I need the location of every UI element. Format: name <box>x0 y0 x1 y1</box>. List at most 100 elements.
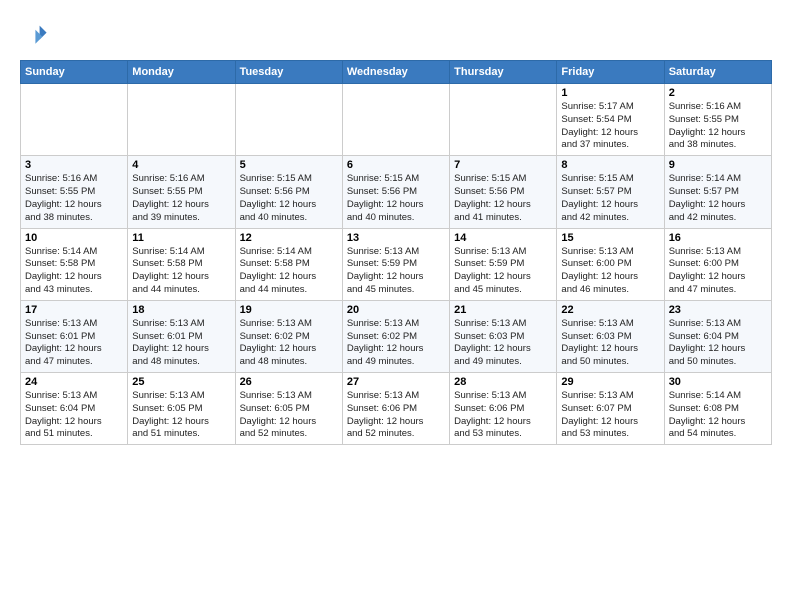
day-number: 16 <box>669 232 767 244</box>
weekday-header-tuesday: Tuesday <box>235 61 342 84</box>
day-number: 19 <box>240 304 338 316</box>
day-cell: 9 Sunrise: 5:14 AM Sunset: 5:57 PM Daylig… <box>664 156 771 228</box>
week-row-3: 10 Sunrise: 5:14 AM Sunset: 5:58 PM Dayli… <box>21 228 772 300</box>
logo-icon <box>20 20 48 48</box>
day-cell: 2 Sunrise: 5:16 AM Sunset: 5:55 PM Daylig… <box>664 84 771 156</box>
day-number: 1 <box>561 87 659 99</box>
day-info: Sunrise: 5:13 AM Sunset: 6:02 PM Dayligh… <box>240 318 338 369</box>
day-cell: 13 Sunrise: 5:13 AM Sunset: 5:59 PM Dayli… <box>342 228 449 300</box>
day-number: 21 <box>454 304 552 316</box>
day-number: 6 <box>347 159 445 171</box>
day-info: Sunrise: 5:13 AM Sunset: 6:05 PM Dayligh… <box>240 390 338 441</box>
day-info: Sunrise: 5:13 AM Sunset: 6:01 PM Dayligh… <box>132 318 230 369</box>
day-number: 5 <box>240 159 338 171</box>
day-info: Sunrise: 5:13 AM Sunset: 5:59 PM Dayligh… <box>454 246 552 297</box>
day-cell: 15Sunrise: 5:13 AM Sunset: 6:00 PM Dayli… <box>557 228 664 300</box>
day-cell: 28 Sunrise: 5:13 AM Sunset: 6:06 PM Dayli… <box>450 373 557 445</box>
day-info: Sunrise: 5:13 AM Sunset: 6:06 PM Dayligh… <box>454 390 552 441</box>
day-cell: 25Sunrise: 5:13 AM Sunset: 6:05 PM Dayli… <box>128 373 235 445</box>
calendar: SundayMondayTuesdayWednesdayThursdayFrid… <box>20 60 772 445</box>
day-info: Sunrise: 5:13 AM Sunset: 6:00 PM Dayligh… <box>669 246 767 297</box>
day-cell <box>21 84 128 156</box>
day-number: 23 <box>669 304 767 316</box>
day-number: 28 <box>454 376 552 388</box>
day-number: 20 <box>347 304 445 316</box>
day-number: 22 <box>561 304 659 316</box>
day-number: 11 <box>132 232 230 244</box>
day-cell: 30Sunrise: 5:14 AM Sunset: 6:08 PM Dayli… <box>664 373 771 445</box>
day-info: Sunrise: 5:13 AM Sunset: 6:07 PM Dayligh… <box>561 390 659 441</box>
day-number: 29 <box>561 376 659 388</box>
day-cell: 27 Sunrise: 5:13 AM Sunset: 6:06 PM Dayli… <box>342 373 449 445</box>
weekday-header-sunday: Sunday <box>21 61 128 84</box>
day-cell: 29 Sunrise: 5:13 AM Sunset: 6:07 PM Dayli… <box>557 373 664 445</box>
day-info: Sunrise: 5:15 AM Sunset: 5:57 PM Dayligh… <box>561 173 659 224</box>
weekday-header-friday: Friday <box>557 61 664 84</box>
day-cell: 1 Sunrise: 5:17 AM Sunset: 5:54 PM Daylig… <box>557 84 664 156</box>
day-cell: 14 Sunrise: 5:13 AM Sunset: 5:59 PM Dayli… <box>450 228 557 300</box>
day-number: 3 <box>25 159 123 171</box>
week-row-5: 24 Sunrise: 5:13 AM Sunset: 6:04 PM Dayli… <box>21 373 772 445</box>
calendar-body: 1 Sunrise: 5:17 AM Sunset: 5:54 PM Daylig… <box>21 84 772 445</box>
weekday-header-row: SundayMondayTuesdayWednesdayThursdayFrid… <box>21 61 772 84</box>
day-cell: 22 Sunrise: 5:13 AM Sunset: 6:03 PM Dayli… <box>557 300 664 372</box>
day-info: Sunrise: 5:13 AM Sunset: 6:05 PM Dayligh… <box>132 390 230 441</box>
day-info: Sunrise: 5:13 AM Sunset: 6:04 PM Dayligh… <box>669 318 767 369</box>
day-info: Sunrise: 5:13 AM Sunset: 6:03 PM Dayligh… <box>561 318 659 369</box>
day-cell: 24 Sunrise: 5:13 AM Sunset: 6:04 PM Dayli… <box>21 373 128 445</box>
day-cell: 11 Sunrise: 5:14 AM Sunset: 5:58 PM Dayli… <box>128 228 235 300</box>
weekday-header-thursday: Thursday <box>450 61 557 84</box>
day-number: 27 <box>347 376 445 388</box>
day-number: 12 <box>240 232 338 244</box>
day-cell: 12 Sunrise: 5:14 AM Sunset: 5:58 PM Dayli… <box>235 228 342 300</box>
day-number: 13 <box>347 232 445 244</box>
day-cell: 16 Sunrise: 5:13 AM Sunset: 6:00 PM Dayli… <box>664 228 771 300</box>
day-number: 4 <box>132 159 230 171</box>
logo <box>20 20 50 48</box>
day-number: 10 <box>25 232 123 244</box>
day-cell <box>450 84 557 156</box>
day-info: Sunrise: 5:15 AM Sunset: 5:56 PM Dayligh… <box>240 173 338 224</box>
day-info: Sunrise: 5:16 AM Sunset: 5:55 PM Dayligh… <box>132 173 230 224</box>
day-cell: 6Sunrise: 5:15 AM Sunset: 5:56 PM Daylig… <box>342 156 449 228</box>
weekday-header-wednesday: Wednesday <box>342 61 449 84</box>
day-info: Sunrise: 5:17 AM Sunset: 5:54 PM Dayligh… <box>561 101 659 152</box>
day-number: 2 <box>669 87 767 99</box>
day-number: 24 <box>25 376 123 388</box>
weekday-header-monday: Monday <box>128 61 235 84</box>
day-cell: 17Sunrise: 5:13 AM Sunset: 6:01 PM Dayli… <box>21 300 128 372</box>
day-number: 8 <box>561 159 659 171</box>
day-number: 26 <box>240 376 338 388</box>
week-row-2: 3 Sunrise: 5:16 AM Sunset: 5:55 PM Daylig… <box>21 156 772 228</box>
day-info: Sunrise: 5:13 AM Sunset: 6:06 PM Dayligh… <box>347 390 445 441</box>
header <box>20 20 772 48</box>
day-cell: 26 Sunrise: 5:13 AM Sunset: 6:05 PM Dayli… <box>235 373 342 445</box>
day-cell: 7 Sunrise: 5:15 AM Sunset: 5:56 PM Daylig… <box>450 156 557 228</box>
day-cell: 21 Sunrise: 5:13 AM Sunset: 6:03 PM Dayli… <box>450 300 557 372</box>
day-number: 18 <box>132 304 230 316</box>
day-number: 14 <box>454 232 552 244</box>
day-info: Sunrise: 5:13 AM Sunset: 6:03 PM Dayligh… <box>454 318 552 369</box>
day-info: Sunrise: 5:14 AM Sunset: 5:58 PM Dayligh… <box>240 246 338 297</box>
calendar-header: SundayMondayTuesdayWednesdayThursdayFrid… <box>21 61 772 84</box>
day-info: Sunrise: 5:13 AM Sunset: 5:59 PM Dayligh… <box>347 246 445 297</box>
day-number: 30 <box>669 376 767 388</box>
day-info: Sunrise: 5:14 AM Sunset: 5:58 PM Dayligh… <box>132 246 230 297</box>
day-info: Sunrise: 5:13 AM Sunset: 6:01 PM Dayligh… <box>25 318 123 369</box>
day-cell: 8 Sunrise: 5:15 AM Sunset: 5:57 PM Daylig… <box>557 156 664 228</box>
day-cell: 23 Sunrise: 5:13 AM Sunset: 6:04 PM Dayli… <box>664 300 771 372</box>
day-cell: 3Sunrise: 5:16 AM Sunset: 5:55 PM Daylig… <box>21 156 128 228</box>
day-cell: 5 Sunrise: 5:15 AM Sunset: 5:56 PM Daylig… <box>235 156 342 228</box>
day-info: Sunrise: 5:13 AM Sunset: 6:00 PM Dayligh… <box>561 246 659 297</box>
day-number: 7 <box>454 159 552 171</box>
day-info: Sunrise: 5:13 AM Sunset: 6:02 PM Dayligh… <box>347 318 445 369</box>
weekday-header-saturday: Saturday <box>664 61 771 84</box>
day-info: Sunrise: 5:15 AM Sunset: 5:56 PM Dayligh… <box>454 173 552 224</box>
day-cell: 10Sunrise: 5:14 AM Sunset: 5:58 PM Dayli… <box>21 228 128 300</box>
day-info: Sunrise: 5:16 AM Sunset: 5:55 PM Dayligh… <box>669 101 767 152</box>
day-cell <box>128 84 235 156</box>
day-number: 9 <box>669 159 767 171</box>
day-info: Sunrise: 5:13 AM Sunset: 6:04 PM Dayligh… <box>25 390 123 441</box>
day-info: Sunrise: 5:14 AM Sunset: 5:57 PM Dayligh… <box>669 173 767 224</box>
day-cell: 4 Sunrise: 5:16 AM Sunset: 5:55 PM Daylig… <box>128 156 235 228</box>
